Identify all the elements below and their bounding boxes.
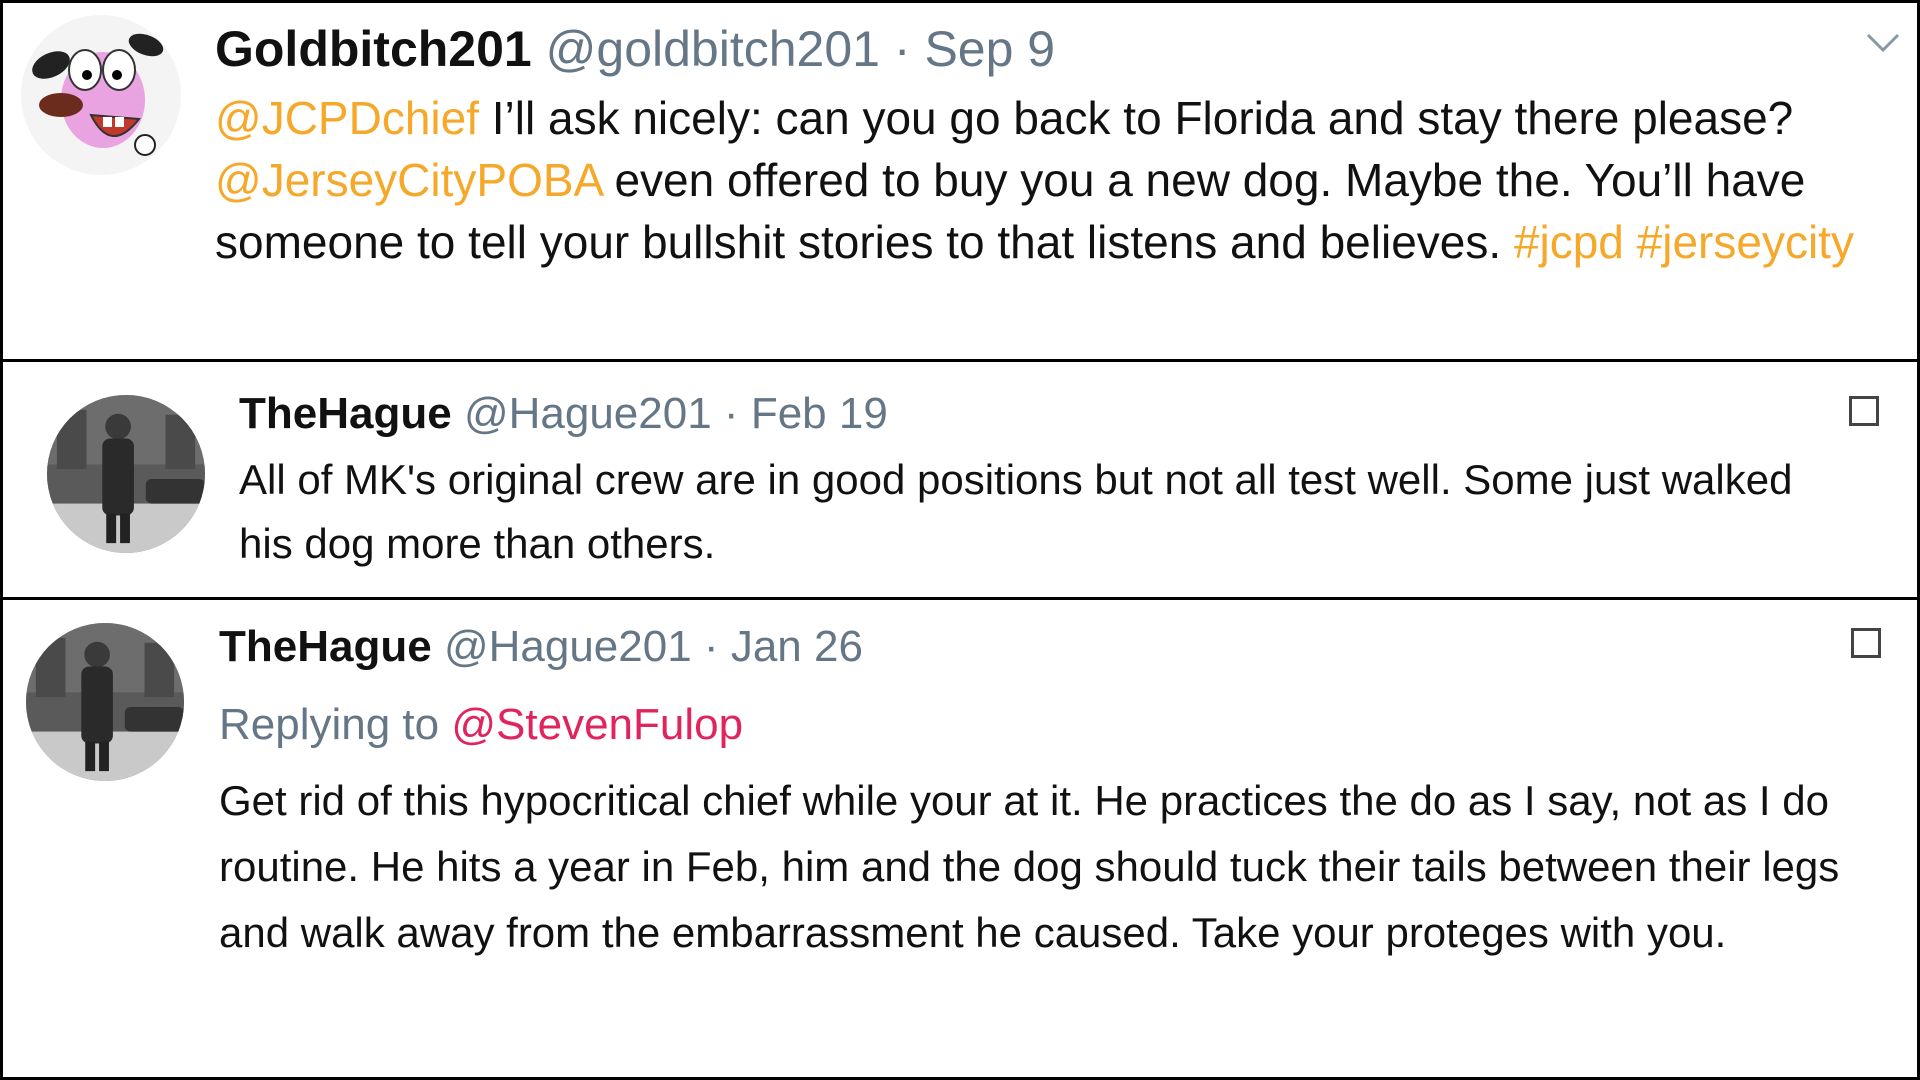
hashtag-link[interactable]: #jerseycity (1637, 216, 1854, 268)
tweet-header: TheHague @Hague201 · Feb 19 (239, 387, 888, 441)
vintage-photo-avatar-icon (47, 395, 205, 553)
checkbox-icon[interactable] (1849, 396, 1879, 426)
tweet-card-1[interactable]: Goldbitch201 @goldbitch201 · Sep 9 @JCPD… (0, 0, 1920, 362)
chevron-down-icon[interactable] (1865, 31, 1901, 55)
tweet-text-segment (1624, 216, 1637, 268)
reply-to-mention-link[interactable]: @StevenFulop (451, 700, 743, 749)
user-handle[interactable]: @Hague201 (444, 622, 692, 671)
tweet-card-3[interactable]: TheHague @Hague201 · Jan 26 Replying to … (0, 597, 1920, 1080)
mention-link[interactable]: @JCPDchief (215, 92, 479, 144)
replying-to: Replying to @StevenFulop (219, 698, 743, 752)
tweet-header: TheHague @Hague201 · Jan 26 (219, 620, 863, 674)
avatar[interactable] (47, 395, 205, 553)
tweet-text: @JCPDchief I’ll ask nicely: can you go b… (215, 87, 1875, 273)
mention-link[interactable]: @JerseyCityPOBA (215, 154, 602, 206)
avatar[interactable] (26, 623, 184, 781)
meta-separator: · (703, 622, 719, 671)
vintage-photo-avatar-icon (26, 623, 184, 781)
avatar[interactable] (21, 15, 181, 175)
user-display-name[interactable]: Goldbitch201 (215, 21, 532, 77)
tweet-date[interactable]: Jan 26 (731, 622, 863, 671)
replying-to-label: Replying to (219, 700, 440, 749)
meta-separator: · (893, 21, 911, 77)
user-handle[interactable]: @Hague201 (464, 389, 712, 438)
tweet-text: All of MK's original crew are in good po… (239, 456, 1793, 567)
user-handle[interactable]: @goldbitch201 (546, 21, 880, 77)
tweet-header: Goldbitch201 @goldbitch201 · Sep 9 (215, 19, 1055, 79)
tweet-text-segment: I’ll ask nicely: can you go back to Flor… (478, 92, 1794, 144)
cartoon-dog-avatar-icon (21, 15, 181, 175)
hashtag-link[interactable]: #jcpd (1514, 216, 1624, 268)
user-display-name[interactable]: TheHague (219, 622, 432, 671)
tweet-date[interactable]: Sep 9 (924, 21, 1055, 77)
checkbox-icon[interactable] (1851, 628, 1881, 658)
tweet-text: Get rid of this hypocritical chief while… (219, 777, 1840, 956)
tweet-date[interactable]: Feb 19 (751, 389, 888, 438)
meta-separator: · (723, 389, 739, 438)
user-display-name[interactable]: TheHague (239, 389, 452, 438)
tweet-card-2[interactable]: TheHague @Hague201 · Feb 19 All of MK's … (0, 359, 1920, 600)
